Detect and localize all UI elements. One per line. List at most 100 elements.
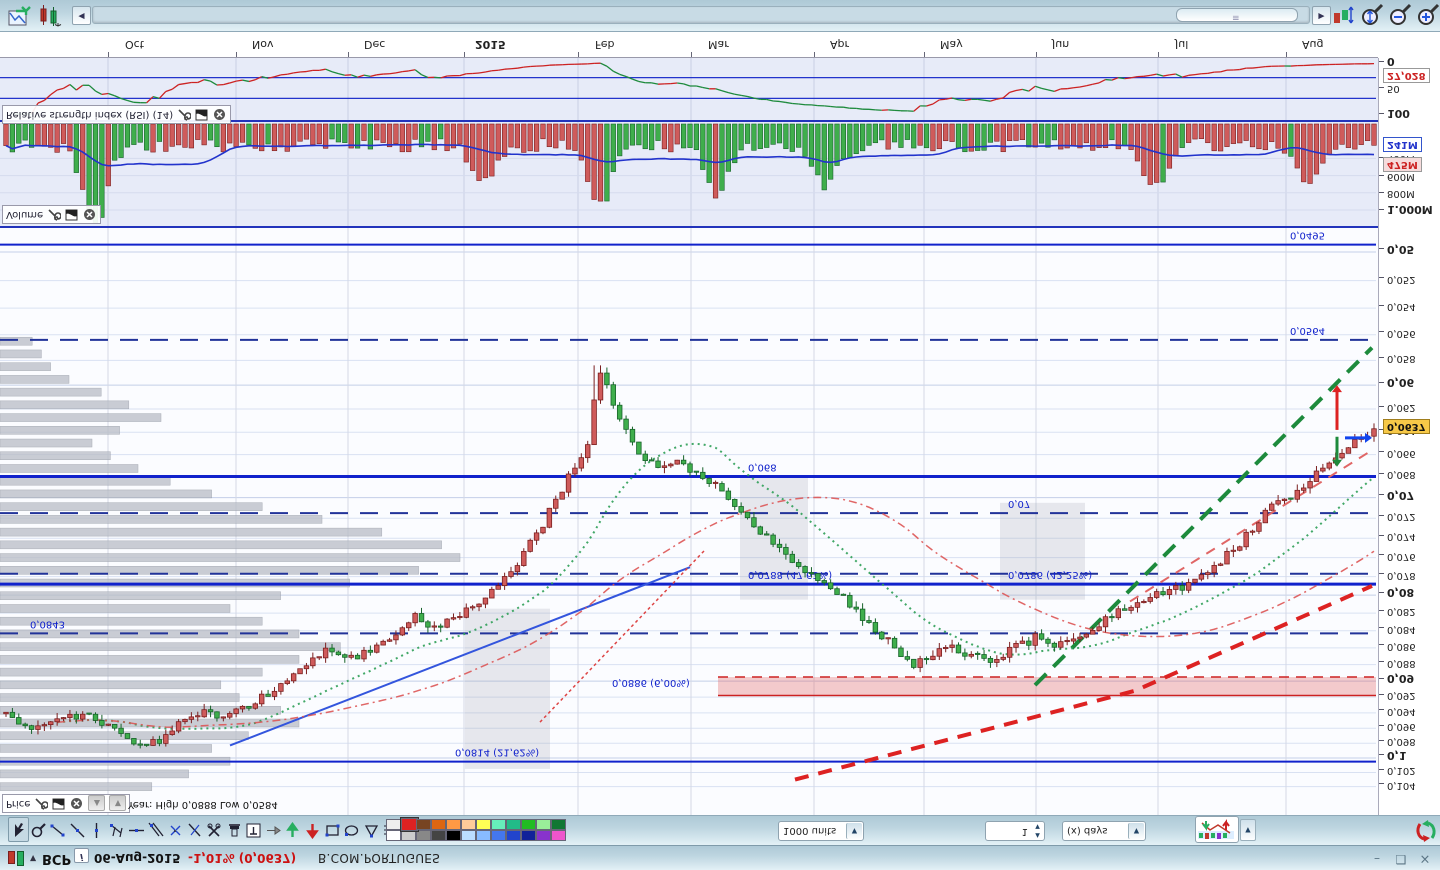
date-axis-tick <box>814 52 815 57</box>
close-pane-icon[interactable] <box>213 108 227 121</box>
candle-tool-icon[interactable] <box>38 3 62 27</box>
color-swatch[interactable] <box>476 819 491 830</box>
line-tool[interactable] <box>67 817 88 842</box>
time-scrollbar-thumb[interactable] <box>1176 8 1298 22</box>
wrench-icon[interactable] <box>34 797 48 810</box>
color-swatch[interactable] <box>461 830 476 841</box>
color-swatch[interactable] <box>491 819 506 830</box>
units-combo[interactable]: 1000 units ▼ <box>778 821 864 841</box>
arrow-up-red-tool[interactable] <box>302 817 323 842</box>
color-swatch[interactable] <box>446 830 461 841</box>
symbol-dropdown-caret[interactable]: ▼ <box>30 849 36 867</box>
wrench-icon[interactable] <box>177 108 191 121</box>
price-axis-label: 0,06 <box>1387 376 1414 389</box>
units-combo-caret[interactable]: ▼ <box>846 823 862 839</box>
color-swatch[interactable] <box>416 819 431 830</box>
close-button[interactable]: × <box>1416 850 1434 866</box>
maximize-button[interactable]: ❒ <box>1392 850 1410 866</box>
quote-date: 06-Aug-2015 <box>94 849 180 867</box>
scroll-left-button[interactable]: ◀ <box>72 6 91 25</box>
zoom-out-icon[interactable] <box>1388 3 1412 27</box>
year-range-label: Year: High 0,0888 Low 0,0584 <box>128 799 278 810</box>
scroll-right-button[interactable]: ▶ <box>1312 6 1331 25</box>
price-axis-label: 0,104 <box>1387 780 1416 791</box>
color-swatch[interactable] <box>551 819 566 830</box>
volume-chart-canvas[interactable] <box>0 122 1378 226</box>
segment-tool[interactable] <box>47 817 68 842</box>
color-swatch[interactable] <box>536 819 551 830</box>
color-swatch[interactable] <box>461 819 476 830</box>
stamp-tool[interactable] <box>224 817 245 842</box>
date-axis-tick <box>348 52 349 57</box>
color-swatch[interactable] <box>491 830 506 841</box>
symbol-label[interactable]: BCP <box>42 849 71 867</box>
color-swatch[interactable] <box>446 819 461 830</box>
price-axis-tick <box>1379 661 1384 662</box>
triangle-tool[interactable] <box>361 817 382 842</box>
arrow-right-gray-tool[interactable] <box>263 817 284 842</box>
price-axis-label: 0,084 <box>1387 624 1416 635</box>
color-swatch[interactable] <box>431 819 446 830</box>
price-axis-label: 0,054 <box>1387 301 1416 312</box>
zoom-in-icon[interactable] <box>1416 3 1440 27</box>
prt-refresh-icon[interactable] <box>1414 820 1438 844</box>
color-swatch[interactable] <box>521 819 536 830</box>
value-axis-column[interactable]: 0,050,0520,0540,0560,0580,060,0620,0640,… <box>1378 58 1440 815</box>
color-swatch[interactable] <box>431 830 446 841</box>
interval-combo[interactable]: (x) days ▼ <box>1062 821 1146 841</box>
move-pane-up-button[interactable]: ▲ <box>88 796 105 812</box>
price-axis-tick <box>1379 694 1384 695</box>
price-axis-label: 0,102 <box>1387 765 1416 776</box>
pane-style-icon[interactable] <box>195 108 209 121</box>
color-swatch[interactable] <box>551 830 566 841</box>
close-pane-icon[interactable] <box>83 208 97 221</box>
cursor-tool[interactable] <box>8 817 29 842</box>
move-pane-down-button[interactable]: ▼ <box>109 796 126 812</box>
pitchfork-tool[interactable] <box>106 817 127 842</box>
cross-line-tool[interactable] <box>184 817 205 842</box>
text-tool[interactable] <box>243 817 264 842</box>
price-axis-label: 0,094 <box>1387 706 1416 717</box>
price-axis-label: 0,082 <box>1387 606 1416 617</box>
horizontal-line-tool[interactable] <box>126 817 147 842</box>
price-axis-label: 0,09 <box>1387 672 1414 685</box>
color-swatch[interactable] <box>401 830 416 841</box>
color-swatch[interactable] <box>416 830 431 841</box>
price-axis-tick <box>1379 709 1384 710</box>
price-axis-label: 0,07 <box>1387 489 1414 502</box>
chart-snapshot-icon[interactable] <box>8 3 32 27</box>
interval-combo-caret[interactable]: ▼ <box>1128 823 1144 839</box>
date-axis[interactable]: OctNovDec2015FebMarAprMayJunJulAug <box>0 31 1378 58</box>
chart-preview-caret[interactable]: ▼ <box>1240 819 1256 841</box>
close-pane-icon[interactable] <box>70 797 84 810</box>
color-swatch[interactable] <box>476 830 491 841</box>
color-swatch[interactable] <box>386 830 401 841</box>
scissors-tool[interactable] <box>204 817 225 842</box>
interval-stepper[interactable]: 1 ▲▼ <box>985 821 1045 841</box>
color-swatch[interactable] <box>506 830 521 841</box>
wrench-icon[interactable] <box>47 208 61 221</box>
vertical-line-tool[interactable] <box>86 817 107 842</box>
pane-divider[interactable] <box>0 226 1378 228</box>
info-icon[interactable]: i <box>74 847 89 865</box>
contract-tool[interactable] <box>165 817 186 842</box>
chart-preview-button[interactable] <box>1195 816 1239 843</box>
ellipse-tool[interactable] <box>341 817 362 842</box>
rectangle-tool[interactable] <box>322 817 343 842</box>
pane-style-icon[interactable] <box>52 797 66 810</box>
color-swatch[interactable] <box>506 819 521 830</box>
color-palette[interactable] <box>386 819 566 841</box>
channel-tool[interactable] <box>145 817 166 842</box>
arrow-down-green-tool[interactable] <box>282 817 303 842</box>
color-swatch[interactable] <box>521 830 536 841</box>
split-adjust-icon[interactable] <box>1332 3 1356 27</box>
color-swatch[interactable] <box>536 830 551 841</box>
color-swatch[interactable] <box>386 819 401 830</box>
time-scrollbar-track[interactable] <box>92 6 1310 24</box>
minimize-button[interactable]: – <box>1368 850 1386 866</box>
pane-style-icon[interactable] <box>65 208 79 221</box>
magnifier-tool[interactable] <box>28 817 49 842</box>
zoom-fit-icon[interactable] <box>1360 3 1384 27</box>
interval-spinner-arrows[interactable]: ▲▼ <box>1031 822 1044 840</box>
price-chart-canvas[interactable]: 0,0886 (6,00%)0,04950,05640,0680,070,078… <box>0 228 1378 815</box>
